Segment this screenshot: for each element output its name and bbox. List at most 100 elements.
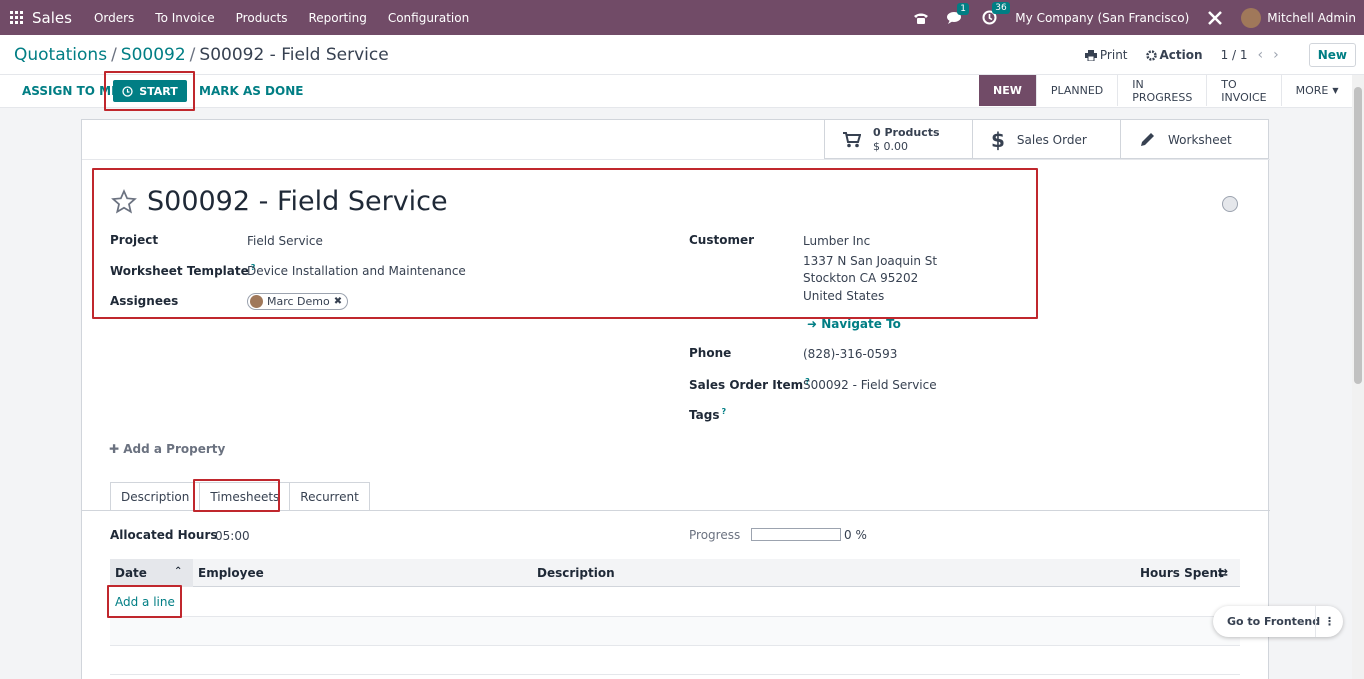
caret-down-icon: ▼ bbox=[1332, 86, 1339, 95]
customer-field[interactable]: Lumber Inc bbox=[803, 234, 870, 248]
activities-icon[interactable]: 36 bbox=[982, 2, 1010, 25]
company-switcher[interactable]: My Company (San Francisco) bbox=[1015, 11, 1189, 25]
breadcrumb-quotations[interactable]: Quotations bbox=[14, 45, 107, 65]
column-description[interactable]: Description bbox=[537, 566, 615, 580]
plus-icon: ✚ bbox=[109, 442, 120, 456]
grid-icon bbox=[9, 11, 23, 24]
sales-order-item-field[interactable]: S00092 - Field Service bbox=[803, 378, 937, 392]
task-title-text[interactable]: S00092 - Field Service bbox=[147, 186, 448, 217]
status-bar: ASSIGN TO ME START MARK AS DONE NEW PLAN… bbox=[0, 75, 1352, 108]
products-amount: $ 0.00 bbox=[873, 139, 908, 153]
sales-order-item-label: Sales Order Item? bbox=[689, 377, 810, 392]
smart-button-box: 0 Products $ 0.00 $ Sales Order Workshee… bbox=[824, 120, 1268, 159]
menu-configuration[interactable]: Configuration bbox=[388, 11, 469, 25]
messages-icon[interactable]: 1 bbox=[947, 2, 970, 25]
app-name[interactable]: Sales bbox=[32, 9, 72, 27]
print-button[interactable]: Print bbox=[1084, 48, 1128, 62]
sheet-divider bbox=[82, 159, 1270, 160]
phone-field[interactable]: (828)-316-0593 bbox=[803, 347, 897, 361]
column-date[interactable]: Date bbox=[115, 566, 147, 580]
customer-address-country: United States bbox=[803, 289, 885, 303]
control-panel: Quotations / S00092/S00092 - Field Service… bbox=[0, 35, 1364, 75]
action-button[interactable]: Action bbox=[1145, 48, 1203, 62]
progress-value: 0 % bbox=[844, 528, 867, 542]
navigate-to-link[interactable]: ➜ Navigate To bbox=[807, 317, 901, 331]
optional-columns-icon[interactable]: ⇄ bbox=[1218, 566, 1228, 580]
tab-divider bbox=[82, 510, 1270, 511]
breadcrumb: Quotations / S00092/S00092 - Field Service bbox=[14, 45, 389, 65]
user-menu[interactable]: Mitchell Admin bbox=[1267, 11, 1356, 25]
kanban-state-icon[interactable] bbox=[1222, 196, 1238, 212]
arrow-right-icon: ➜ bbox=[807, 317, 818, 331]
products-count: 0 Products bbox=[873, 125, 940, 139]
stage-to-invoice[interactable]: TO INVOICE bbox=[1207, 75, 1282, 106]
debug-tools-icon[interactable] bbox=[1207, 10, 1223, 26]
add-a-line-link[interactable]: Add a line bbox=[115, 595, 175, 609]
help-icon[interactable]: ? bbox=[721, 407, 726, 416]
top-navbar: Sales Orders To Invoice Products Reporti… bbox=[0, 0, 1364, 35]
assignee-tag[interactable]: Marc Demo ✖ bbox=[247, 293, 349, 310]
messages-badge: 1 bbox=[957, 2, 970, 15]
cart-icon bbox=[843, 131, 861, 147]
scrollbar[interactable] bbox=[1352, 75, 1364, 679]
progress-label: Progress bbox=[689, 528, 741, 542]
form-sheet: 0 Products $ 0.00 $ Sales Order Workshee… bbox=[81, 119, 1270, 679]
tab-description[interactable]: Description bbox=[110, 482, 201, 510]
tags-label: Tags? bbox=[689, 407, 727, 422]
row-divider bbox=[110, 645, 1240, 646]
stage-more-dropdown[interactable]: MORE ▼ bbox=[1282, 75, 1353, 106]
dollar-icon: $ bbox=[991, 127, 1005, 152]
clock-icon bbox=[122, 85, 133, 97]
stage-in-progress[interactable]: IN PROGRESS bbox=[1118, 75, 1208, 106]
go-to-frontend-button[interactable]: Go to Frontend ⋮ bbox=[1213, 606, 1343, 637]
activities-badge: 36 bbox=[992, 2, 1010, 14]
pager-value[interactable]: 1 / 1 bbox=[1221, 48, 1248, 62]
pager-arrows[interactable]: ‹› bbox=[1258, 47, 1289, 63]
project-field[interactable]: Field Service bbox=[247, 234, 323, 248]
menu-products[interactable]: Products bbox=[236, 11, 288, 25]
apps-menu-button[interactable] bbox=[0, 0, 32, 35]
phone-label: Phone bbox=[689, 346, 732, 360]
sort-caret-up-icon: ⌃ bbox=[174, 566, 183, 577]
worksheet-template-field[interactable]: Device Installation and Maintenance bbox=[247, 264, 466, 278]
worksheet-smart-button[interactable]: Worksheet bbox=[1120, 120, 1268, 159]
menu-orders[interactable]: Orders bbox=[94, 11, 134, 25]
worksheet-template-label: Worksheet Template? bbox=[110, 263, 256, 278]
star-icon[interactable] bbox=[111, 188, 137, 215]
progress-bar bbox=[751, 528, 841, 541]
customer-label: Customer bbox=[689, 233, 755, 247]
new-button[interactable]: New bbox=[1308, 43, 1356, 67]
menu-reporting[interactable]: Reporting bbox=[308, 11, 366, 25]
task-title: S00092 - Field Service bbox=[111, 186, 448, 217]
stage-planned[interactable]: PLANNED bbox=[1037, 75, 1119, 106]
customer-address-city: Stockton CA 95202 bbox=[803, 271, 919, 285]
products-smart-button[interactable]: 0 Products $ 0.00 bbox=[824, 120, 972, 159]
allocated-hours-field[interactable]: 05:00 bbox=[215, 529, 250, 543]
mark-as-done-button[interactable]: MARK AS DONE bbox=[199, 84, 303, 98]
phone-icon[interactable] bbox=[913, 11, 929, 25]
breadcrumb-current: S00092 - Field Service bbox=[199, 45, 389, 65]
assignee-avatar bbox=[250, 295, 263, 308]
add-property-button[interactable]: ✚ Add a Property bbox=[109, 442, 225, 456]
gear-icon bbox=[1145, 49, 1157, 61]
more-options-icon[interactable]: ⋮ bbox=[1315, 606, 1343, 637]
column-hours-spent[interactable]: Hours Spent bbox=[1140, 566, 1224, 580]
user-avatar[interactable] bbox=[1241, 7, 1262, 28]
scrollbar-thumb[interactable] bbox=[1354, 87, 1362, 384]
stage-new[interactable]: NEW bbox=[979, 75, 1037, 106]
assign-to-me-button[interactable]: ASSIGN TO ME bbox=[22, 84, 119, 98]
notebook-tabs: Description Timesheets Recurrent bbox=[110, 482, 370, 511]
tab-recurrent[interactable]: Recurrent bbox=[289, 482, 370, 510]
assignees-label: Assignees bbox=[110, 294, 179, 308]
remove-tag-icon[interactable]: ✖ bbox=[334, 296, 342, 307]
sales-order-smart-button[interactable]: $ Sales Order bbox=[972, 120, 1120, 159]
start-button[interactable]: START bbox=[113, 80, 187, 102]
row-divider bbox=[110, 674, 1240, 675]
stage-selector: NEW PLANNED IN PROGRESS TO INVOICE MORE … bbox=[979, 75, 1353, 106]
tab-timesheets[interactable]: Timesheets bbox=[199, 482, 291, 511]
print-icon bbox=[1084, 49, 1097, 61]
column-employee[interactable]: Employee bbox=[198, 566, 264, 580]
menu-to-invoice[interactable]: To Invoice bbox=[155, 11, 214, 25]
breadcrumb-order[interactable]: S00092 bbox=[121, 45, 186, 65]
empty-row bbox=[110, 617, 1240, 645]
